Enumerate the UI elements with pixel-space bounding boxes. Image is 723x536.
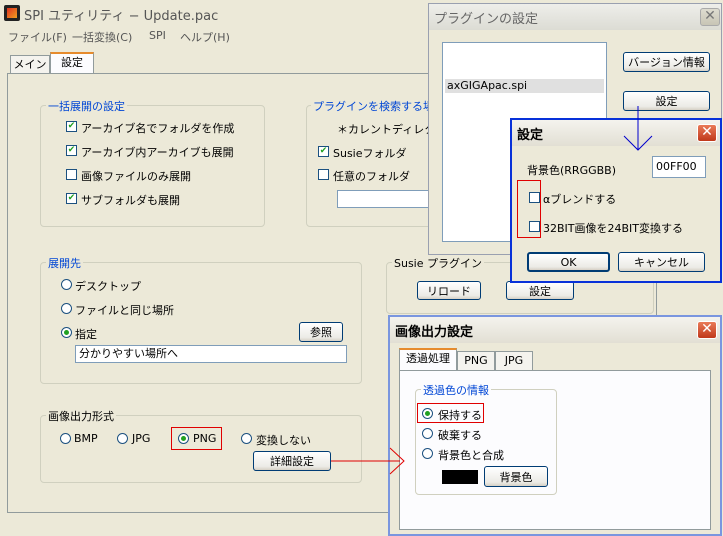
annotation-arrows (331, 106, 653, 475)
